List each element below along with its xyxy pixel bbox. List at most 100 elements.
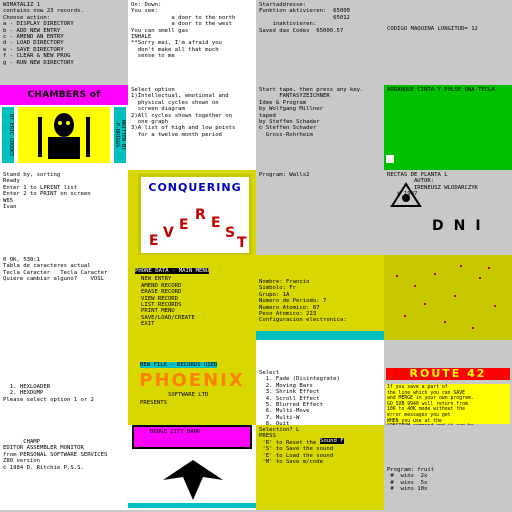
credit-right: WRITTEN BY P.BRIGGS xyxy=(114,107,126,163)
everest-letter: E xyxy=(149,233,159,249)
text-line: Saved das Codes 65000.57 xyxy=(259,27,344,34)
everest-letter: V xyxy=(163,225,174,241)
star-dot xyxy=(488,267,490,269)
sound-bar: Sound F xyxy=(320,438,344,445)
text-line: Gross-Rohrheim xyxy=(259,131,313,138)
presents-label: PRESENTS xyxy=(140,400,167,406)
star-dot xyxy=(460,265,462,267)
tile-text: Program: fruit # wins 2x # wins 5x # win… xyxy=(387,467,509,493)
star-dot xyxy=(494,305,496,307)
menu-item[interactable]: EXIT xyxy=(131,321,253,327)
tile-text: Select option 1)Intellectual, emotional a… xyxy=(131,87,253,138)
tile-text: Nombre: Francio Simbolo: Fr Grupo: 1A Numer… xyxy=(259,279,381,324)
tile-text: Program: Walls2 xyxy=(259,172,381,178)
bank-building: DODGE CITY BANK xyxy=(132,425,252,449)
tile-codigo-maquina: CODIGO MAQUINA LONGITUD= 12 xyxy=(384,0,512,85)
tile-starfield xyxy=(384,255,512,340)
title-frame: CONQUERING EVEREST xyxy=(138,174,252,255)
eagle-icon xyxy=(163,460,223,500)
bank-sign: DODGE CITY BANK xyxy=(150,429,201,435)
tile-text: If you save a part of the line which you … xyxy=(387,385,509,425)
ground-bar xyxy=(128,503,256,508)
phoenix-title: PHOENIX xyxy=(139,370,245,391)
banner: NEW FILE - RECORDS USED xyxy=(140,362,218,369)
text-line: Program: Walls2 xyxy=(259,172,310,178)
star-dot xyxy=(396,275,398,277)
tile-route42: ROUTE 42 If you save a part of the line w… xyxy=(384,340,512,425)
star-dot xyxy=(472,327,474,329)
tile-sound-fx: Selection? L PRESS 'R' to Reset the sound… xyxy=(256,425,384,510)
tile-periodic-element: Nombre: Francio Simbolo: Fr Grupo: 1A Numer… xyxy=(256,255,384,340)
tile-dni: RECTAS DE PLANTA L AUTOR: IRENEUSZ WLODA… xyxy=(384,170,512,255)
tile-text: Startaddresse: Funktion aktivieren: 65000… xyxy=(259,2,381,34)
tile-text: Start tape, then press any key. FANTASYZ… xyxy=(259,87,381,138)
text-line: Quiere cambiar alguno? VOSL xyxy=(3,276,105,283)
tile-text: WIMATALIZ 1 contains now 23 records. Choos… xyxy=(3,2,125,66)
tile-fantasyzeichner: Start tape, then press any key. FANTASYZ… xyxy=(256,85,384,170)
tile-phone-data: PHONE DATA - MAIN MENU NEW ENTRY AMEND RE… xyxy=(128,255,256,340)
tile-adventure-text: On: Down: You see: a door to the north a … xyxy=(128,0,256,85)
cursor-block xyxy=(386,155,394,163)
text-line: # wins 10x xyxy=(387,486,428,493)
monster-icon xyxy=(38,113,90,159)
route-body: If you save a part of the line which you … xyxy=(386,384,510,425)
tile-text: 0 OK, 530:1 Tabla de caracteres actual Tec… xyxy=(3,257,125,283)
text-line: Configuracion electronica: xyxy=(259,317,347,324)
tile-text: ARRANQUE CINTA Y PULSE UNA TECLA xyxy=(384,85,512,95)
text-line: g - RUN NEW DIRECTORY xyxy=(3,59,74,66)
text-line: CODIGO MAQUINA LONGITUD= 12 xyxy=(387,26,478,32)
credit-left: BY ERIC CROOKS xyxy=(2,107,14,163)
everest-letter: T xyxy=(237,235,247,251)
text-line: 3)A list of high and low points xyxy=(131,125,236,132)
tile-fruit: Program: fruit # wins 2x # wins 5x # win… xyxy=(384,425,512,510)
everest-letter: E xyxy=(211,215,221,231)
tile-dodge-city: DODGE CITY BANK xyxy=(128,425,256,510)
star-dot xyxy=(479,277,481,279)
tile-sorting: Stand by, sorting Ready Enter 1 to LPRINT … xyxy=(0,170,128,255)
tile-champ: CHAMP EDITOR ASSEMBLER MONITOR from PERSON… xyxy=(0,425,128,510)
everest-letter: S xyxy=(225,225,236,241)
tile-phoenix: NEW FILE - RECORDS USED PHOENIX SOFTWARE… xyxy=(128,340,256,425)
tile-text: CHAMP EDITOR ASSEMBLER MONITOR from PERSON… xyxy=(3,439,125,471)
game-title: CHAMBERS of HORRORS xyxy=(0,85,128,120)
tile-text: CODIGO MAQUINA LONGITUD= 12 xyxy=(387,26,509,32)
text-line: Please select option 1 or 2 xyxy=(3,396,94,403)
tile-hexloader: 1. HEXLOADER 2. HEXDUMP Please select opt… xyxy=(0,340,128,425)
tile-directory-menu: WIMATALIZ 1 contains now 23 records. Choos… xyxy=(0,0,128,85)
tile-arranque-cinta: ARRANQUE CINTA Y PULSE UNA TECLA xyxy=(384,85,512,170)
tile-effects-demo: Select 1. Fade (Disintegrate) 2. Moving … xyxy=(256,340,384,425)
menu-list: NEW ENTRY AMEND RECORD ERASE RECORD VIEW RE… xyxy=(131,276,253,327)
logo-icon xyxy=(390,182,422,207)
tile-startaddress: Startaddresse: Funktion aktivieren: 65000… xyxy=(256,0,384,85)
text-line: 'M' to Save m/code xyxy=(259,459,323,466)
monster-art xyxy=(18,107,110,163)
star-dot xyxy=(444,321,446,323)
star-dot xyxy=(404,315,406,317)
tile-chambers-of-horrors: CHAMBERS of HORRORS BY ERIC CROOKS WRITT… xyxy=(0,85,128,170)
everest-letter: R xyxy=(195,207,206,223)
tile-biorhythm-menu: Select option 1)Intellectual, emotional a… xyxy=(128,85,256,170)
game-title: CONQUERING xyxy=(148,181,242,194)
tile-text: Select 1. Fade (Disintegrate) 2. Moving … xyxy=(259,370,381,425)
dni-title: DNI xyxy=(432,218,491,234)
text-line: for a twelve month period xyxy=(131,131,222,138)
tile-walls2: Program: Walls2 xyxy=(256,170,384,255)
tile-text: Stand by, sorting Ready Enter 1 to LPRINT … xyxy=(3,172,125,210)
text-line: © 1984 D. Ritchie P.S.S. xyxy=(3,464,84,471)
text-line: sense to me xyxy=(131,53,175,60)
star-dot xyxy=(414,285,416,287)
tile-text: On: Down: You see: a door to the north a … xyxy=(131,2,253,60)
star-dot xyxy=(424,303,426,305)
tile-conquering-everest: CONQUERING EVEREST xyxy=(128,170,256,255)
text-line: Ivan xyxy=(3,204,17,211)
publisher: SOFTWARE LTD xyxy=(168,392,209,398)
tile-text: Selection? L PRESS 'R' to Reset the sound… xyxy=(259,427,381,465)
star-dot xyxy=(454,295,456,297)
tile-tabla-caracteres: 0 OK, 530:1 Tabla de caracteres actual Tec… xyxy=(0,255,128,340)
status-bar xyxy=(256,331,384,340)
star-dot xyxy=(434,273,436,275)
menu-header: PHONE DATA - MAIN MENU xyxy=(135,268,210,275)
everest-letter: E xyxy=(179,217,189,233)
screenshot-grid: WIMATALIZ 1 contains now 23 records. Choos… xyxy=(0,0,512,512)
route-title: ROUTE 42 xyxy=(386,368,510,380)
